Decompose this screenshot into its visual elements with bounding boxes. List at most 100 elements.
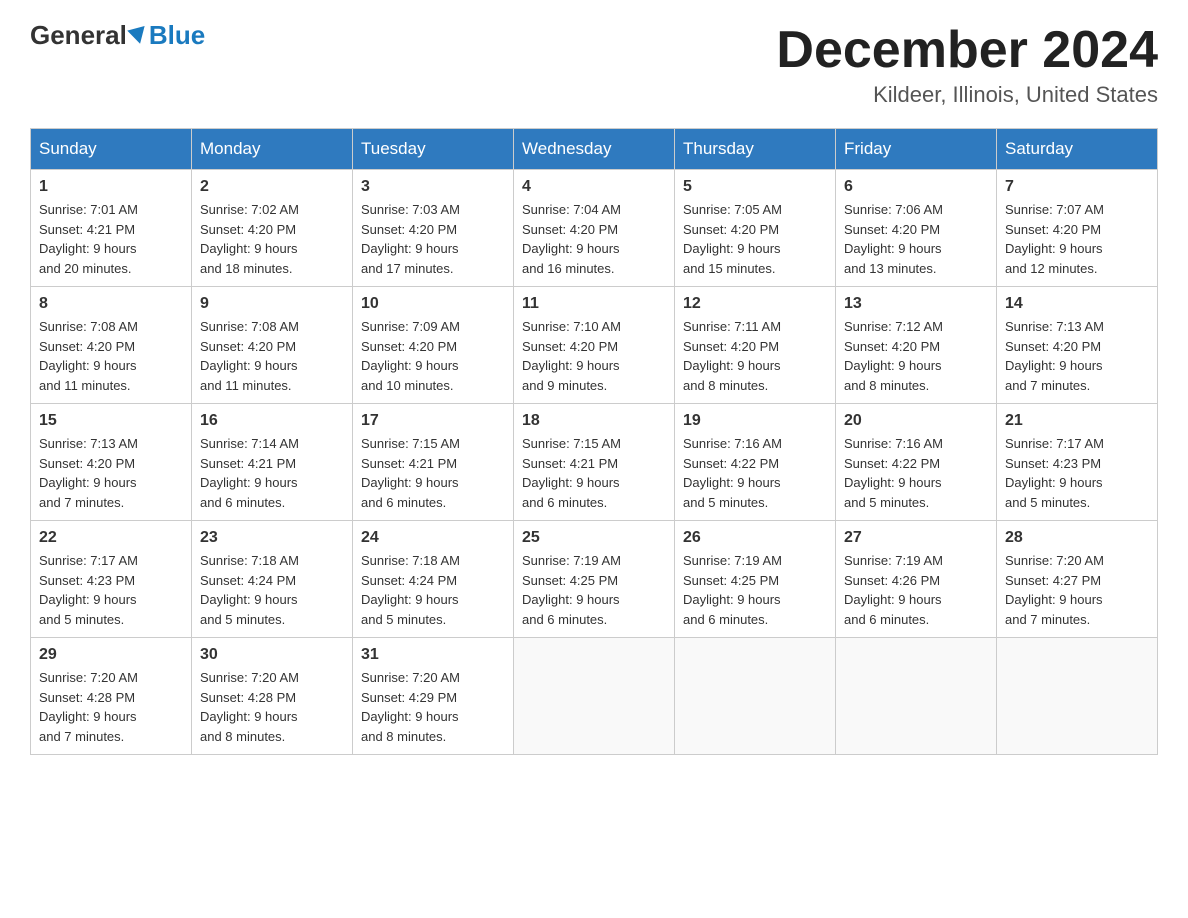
day-number: 4 [522,178,666,196]
table-row: 6 Sunrise: 7:06 AMSunset: 4:20 PMDaylight… [836,170,997,287]
day-info: Sunrise: 7:11 AMSunset: 4:20 PMDaylight:… [683,317,827,395]
table-row: 27 Sunrise: 7:19 AMSunset: 4:26 PMDayligh… [836,521,997,638]
day-info: Sunrise: 7:18 AMSunset: 4:24 PMDaylight:… [200,551,344,629]
logo-general-text: General [30,20,127,51]
day-number: 23 [200,529,344,547]
page-header: General Blue December 2024 Kildeer, Illin… [30,20,1158,108]
table-row: 25Sunrise: 7:19 AMSunset: 4:25 PMDayligh… [514,521,675,638]
day-info: Sunrise: 7:15 AMSunset: 4:21 PMDaylight:… [361,434,505,512]
day-number: 10 [361,295,505,313]
day-number: 1 [39,178,183,196]
day-number: 21 [1005,412,1149,430]
table-row: 16Sunrise: 7:14 AMSunset: 4:21 PMDayligh… [192,404,353,521]
day-number: 7 [1005,178,1149,196]
table-row: 20Sunrise: 7:16 AMSunset: 4:22 PMDayligh… [836,404,997,521]
calendar-week-row: 22Sunrise: 7:17 AMSunset: 4:23 PMDayligh… [31,521,1158,638]
day-info: Sunrise: 7:06 AMSunset: 4:20 PMDaylight:… [844,200,988,278]
day-info: Sunrise: 7:20 AMSunset: 4:28 PMDaylight:… [200,668,344,746]
table-row [675,638,836,755]
table-row: 19Sunrise: 7:16 AMSunset: 4:22 PMDayligh… [675,404,836,521]
table-row: 3 Sunrise: 7:03 AMSunset: 4:20 PMDaylight… [353,170,514,287]
table-row: 15Sunrise: 7:13 AMSunset: 4:20 PMDayligh… [31,404,192,521]
table-row: 5 Sunrise: 7:05 AMSunset: 4:20 PMDaylight… [675,170,836,287]
day-number: 9 [200,295,344,313]
day-info: Sunrise: 7:20 AMSunset: 4:28 PMDaylight:… [39,668,183,746]
logo-blue-text: Blue [149,20,205,51]
table-row: 2 Sunrise: 7:02 AMSunset: 4:20 PMDaylight… [192,170,353,287]
day-info: Sunrise: 7:13 AMSunset: 4:20 PMDaylight:… [1005,317,1149,395]
day-info: Sunrise: 7:05 AMSunset: 4:20 PMDaylight:… [683,200,827,278]
day-number: 8 [39,295,183,313]
calendar-header-row: Sunday Monday Tuesday Wednesday Thursday… [31,129,1158,170]
day-number: 24 [361,529,505,547]
calendar-week-row: 29 Sunrise: 7:20 AMSunset: 4:28 PMDayligh… [31,638,1158,755]
header-thursday: Thursday [675,129,836,170]
table-row: 17 Sunrise: 7:15 AMSunset: 4:21 PMDayligh… [353,404,514,521]
header-monday: Monday [192,129,353,170]
table-row: 7 Sunrise: 7:07 AMSunset: 4:20 PMDaylight… [997,170,1158,287]
table-row: 14Sunrise: 7:13 AMSunset: 4:20 PMDayligh… [997,287,1158,404]
day-info: Sunrise: 7:03 AMSunset: 4:20 PMDaylight:… [361,200,505,278]
table-row: 26Sunrise: 7:19 AMSunset: 4:25 PMDayligh… [675,521,836,638]
table-row: 13Sunrise: 7:12 AMSunset: 4:20 PMDayligh… [836,287,997,404]
day-info: Sunrise: 7:16 AMSunset: 4:22 PMDaylight:… [683,434,827,512]
day-info: Sunrise: 7:07 AMSunset: 4:20 PMDaylight:… [1005,200,1149,278]
day-info: Sunrise: 7:20 AMSunset: 4:29 PMDaylight:… [361,668,505,746]
calendar-table: Sunday Monday Tuesday Wednesday Thursday… [30,128,1158,755]
day-number: 12 [683,295,827,313]
day-info: Sunrise: 7:02 AMSunset: 4:20 PMDaylight:… [200,200,344,278]
title-section: December 2024 Kildeer, Illinois, United … [776,20,1158,108]
day-number: 27 [844,529,988,547]
day-number: 5 [683,178,827,196]
day-number: 2 [200,178,344,196]
header-wednesday: Wednesday [514,129,675,170]
day-number: 30 [200,646,344,664]
table-row: 18 Sunrise: 7:15 AMSunset: 4:21 PMDayligh… [514,404,675,521]
header-friday: Friday [836,129,997,170]
day-number: 17 [361,412,505,430]
day-number: 22 [39,529,183,547]
day-info: Sunrise: 7:20 AMSunset: 4:27 PMDaylight:… [1005,551,1149,629]
day-info: Sunrise: 7:19 AMSunset: 4:26 PMDaylight:… [844,551,988,629]
day-number: 29 [39,646,183,664]
day-number: 28 [1005,529,1149,547]
table-row: 21 Sunrise: 7:17 AMSunset: 4:23 PMDayligh… [997,404,1158,521]
day-info: Sunrise: 7:19 AMSunset: 4:25 PMDaylight:… [683,551,827,629]
day-info: Sunrise: 7:17 AMSunset: 4:23 PMDaylight:… [1005,434,1149,512]
day-number: 18 [522,412,666,430]
day-number: 25 [522,529,666,547]
header-tuesday: Tuesday [353,129,514,170]
calendar-week-row: 1 Sunrise: 7:01 AMSunset: 4:21 PMDaylight… [31,170,1158,287]
header-sunday: Sunday [31,129,192,170]
day-info: Sunrise: 7:15 AMSunset: 4:21 PMDaylight:… [522,434,666,512]
day-info: Sunrise: 7:04 AMSunset: 4:20 PMDaylight:… [522,200,666,278]
location-title: Kildeer, Illinois, United States [776,82,1158,108]
table-row: 22Sunrise: 7:17 AMSunset: 4:23 PMDayligh… [31,521,192,638]
table-row: 23 Sunrise: 7:18 AMSunset: 4:24 PMDayligh… [192,521,353,638]
day-number: 3 [361,178,505,196]
header-saturday: Saturday [997,129,1158,170]
table-row: 29 Sunrise: 7:20 AMSunset: 4:28 PMDayligh… [31,638,192,755]
table-row: 11Sunrise: 7:10 AMSunset: 4:20 PMDayligh… [514,287,675,404]
calendar-week-row: 15Sunrise: 7:13 AMSunset: 4:20 PMDayligh… [31,404,1158,521]
day-info: Sunrise: 7:08 AMSunset: 4:20 PMDaylight:… [39,317,183,395]
table-row: 30 Sunrise: 7:20 AMSunset: 4:28 PMDayligh… [192,638,353,755]
logo-triangle-icon [127,25,149,45]
table-row: 4 Sunrise: 7:04 AMSunset: 4:20 PMDaylight… [514,170,675,287]
table-row: 9Sunrise: 7:08 AMSunset: 4:20 PMDaylight… [192,287,353,404]
table-row [514,638,675,755]
table-row: 28 Sunrise: 7:20 AMSunset: 4:27 PMDayligh… [997,521,1158,638]
table-row: 10Sunrise: 7:09 AMSunset: 4:20 PMDayligh… [353,287,514,404]
table-row: 31Sunrise: 7:20 AMSunset: 4:29 PMDayligh… [353,638,514,755]
day-info: Sunrise: 7:01 AMSunset: 4:21 PMDaylight:… [39,200,183,278]
day-info: Sunrise: 7:12 AMSunset: 4:20 PMDaylight:… [844,317,988,395]
table-row [997,638,1158,755]
table-row: 24Sunrise: 7:18 AMSunset: 4:24 PMDayligh… [353,521,514,638]
table-row [836,638,997,755]
table-row: 8 Sunrise: 7:08 AMSunset: 4:20 PMDaylight… [31,287,192,404]
day-number: 16 [200,412,344,430]
day-number: 15 [39,412,183,430]
day-number: 6 [844,178,988,196]
table-row: 1 Sunrise: 7:01 AMSunset: 4:21 PMDaylight… [31,170,192,287]
calendar-week-row: 8 Sunrise: 7:08 AMSunset: 4:20 PMDaylight… [31,287,1158,404]
